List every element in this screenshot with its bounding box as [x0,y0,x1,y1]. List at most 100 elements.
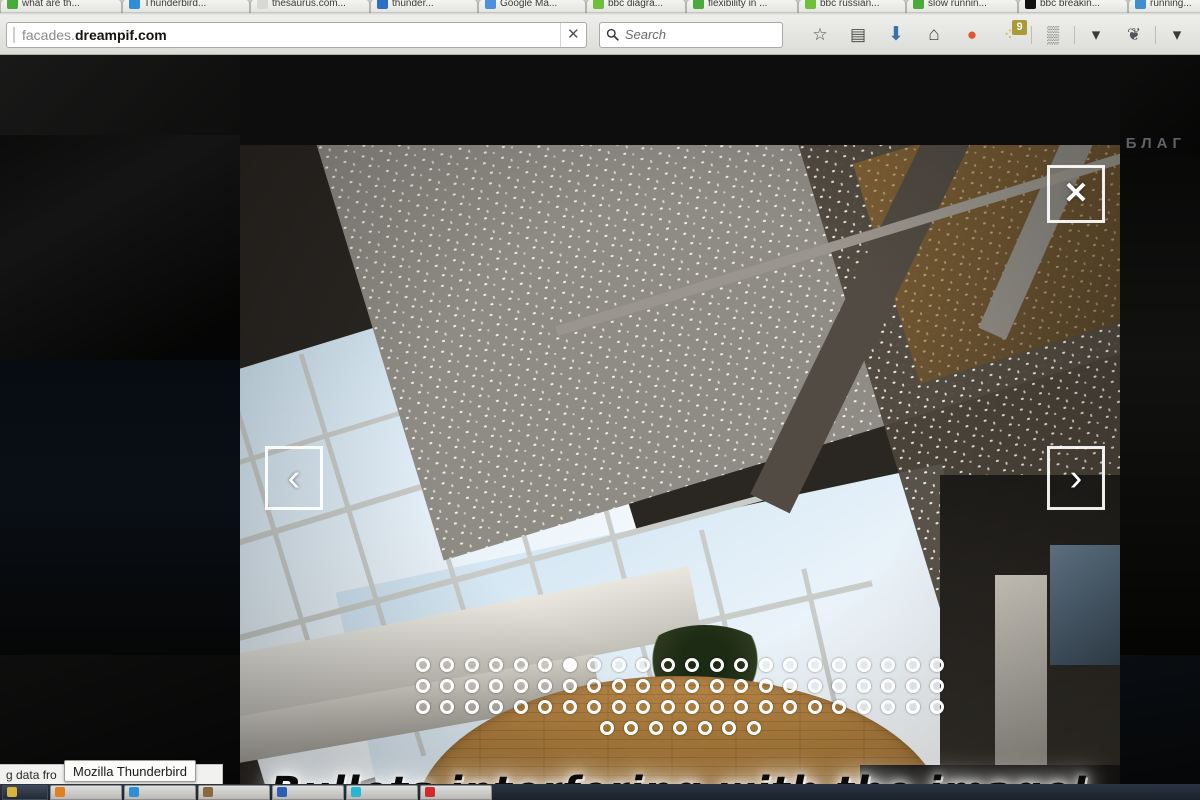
bullet[interactable] [489,679,504,693]
bullet[interactable] [562,679,577,693]
lightbox-modal[interactable]: ✕ ‹ › Bullets interfering with the image… [240,145,1120,800]
bullet[interactable] [709,700,724,714]
bullet[interactable] [697,721,712,735]
bullet[interactable] [881,679,896,693]
bullet[interactable] [538,658,553,672]
bullet[interactable] [734,658,749,672]
lightbox-next-button[interactable]: › [1047,446,1105,510]
task-firefox[interactable] [50,784,122,800]
bullet[interactable] [758,658,773,672]
bullet[interactable] [758,700,773,714]
bullet[interactable] [624,721,638,735]
bullet-row-0[interactable] [415,658,945,672]
bullet[interactable] [660,658,675,672]
bullet[interactable] [832,679,847,693]
bullet-active[interactable] [562,658,577,672]
url-input[interactable]: facades.dreampif.com [16,27,560,43]
bullet[interactable] [685,679,700,693]
bullet[interactable] [513,700,528,714]
bullet[interactable] [807,679,822,693]
bullet[interactable] [856,700,871,714]
bullet[interactable] [783,700,798,714]
start-button[interactable] [2,784,48,800]
bullet[interactable] [489,658,504,672]
task-thunderbird[interactable] [124,784,196,800]
bullet[interactable] [856,679,871,693]
bullet[interactable] [905,700,920,714]
bullet[interactable] [673,721,687,735]
bullet[interactable] [464,679,479,693]
stop-loading-button[interactable]: ✕ [559,22,586,47]
bullet[interactable] [648,721,663,735]
home-icon[interactable]: ⌂ [915,20,953,50]
bullet[interactable] [685,700,700,714]
bullet[interactable] [783,679,798,693]
task-terminal[interactable] [346,784,418,800]
bullet[interactable] [685,658,700,672]
task-files[interactable] [272,784,344,800]
bullet[interactable] [722,721,736,735]
bullet[interactable] [611,700,626,714]
bullet[interactable] [611,658,626,672]
bullet[interactable] [881,658,896,672]
overflow-chevron-icon[interactable]: ▾ [1077,20,1115,50]
lightbox-close-button[interactable]: ✕ [1047,165,1105,223]
bullet-row-2[interactable] [415,700,945,714]
bullet[interactable] [489,700,504,714]
bullet[interactable] [440,700,455,714]
bullet[interactable] [709,679,724,693]
bullet[interactable] [599,721,614,735]
reader-list-icon[interactable]: ▤ [839,20,877,50]
bullet[interactable] [758,679,773,693]
bullet[interactable] [832,700,847,714]
bullet[interactable] [905,679,920,693]
bullet[interactable] [587,679,602,693]
bullet[interactable] [930,679,945,693]
bullet[interactable] [538,679,553,693]
bullet[interactable] [538,700,553,714]
bullet[interactable] [513,679,528,693]
fly-extension-icon[interactable]: ❦ [1115,20,1153,50]
bookmark-star-icon[interactable]: ☆ [801,20,839,50]
bullet[interactable] [783,658,798,672]
downloads-icon[interactable]: ⬇ [877,20,915,50]
bullet[interactable] [807,658,822,672]
bullet[interactable] [856,658,871,672]
bullet[interactable] [636,658,651,672]
bullet[interactable] [440,679,455,693]
bullet[interactable] [660,700,675,714]
bullet-row-1[interactable] [415,679,945,693]
lightbox-prev-button[interactable]: ‹ [265,446,323,510]
bullet[interactable] [513,658,528,672]
bullet[interactable] [587,658,602,672]
bullet[interactable] [709,658,724,672]
bullet[interactable] [415,658,430,672]
task-gimp[interactable] [198,784,270,800]
bullet[interactable] [587,700,602,714]
bullet[interactable] [415,679,430,693]
task-pdf[interactable] [420,784,492,800]
bullet[interactable] [734,700,749,714]
bullet[interactable] [611,679,626,693]
search-input-placeholder[interactable]: Search [625,27,666,42]
bullet[interactable] [415,700,430,714]
bullet[interactable] [881,700,896,714]
bullet[interactable] [930,700,945,714]
bullet[interactable] [746,721,761,735]
shredder-extension-icon[interactable]: ▒ [1034,20,1072,50]
menu-chevron-icon[interactable]: ▾ [1158,20,1196,50]
bullet[interactable] [464,658,479,672]
bullet[interactable] [660,679,675,693]
bullet[interactable] [905,658,920,672]
bullet[interactable] [734,679,749,693]
bullet[interactable] [464,700,479,714]
bullet[interactable] [930,658,945,672]
os-taskbar[interactable] [0,784,1200,800]
bullet[interactable] [440,658,455,672]
bullet[interactable] [562,700,577,714]
bullet[interactable] [807,700,822,714]
search-bar[interactable]: Search [598,21,783,48]
bullet[interactable] [636,700,651,714]
bullet[interactable] [636,679,651,693]
duckduckgo-icon[interactable]: ● [953,20,991,50]
